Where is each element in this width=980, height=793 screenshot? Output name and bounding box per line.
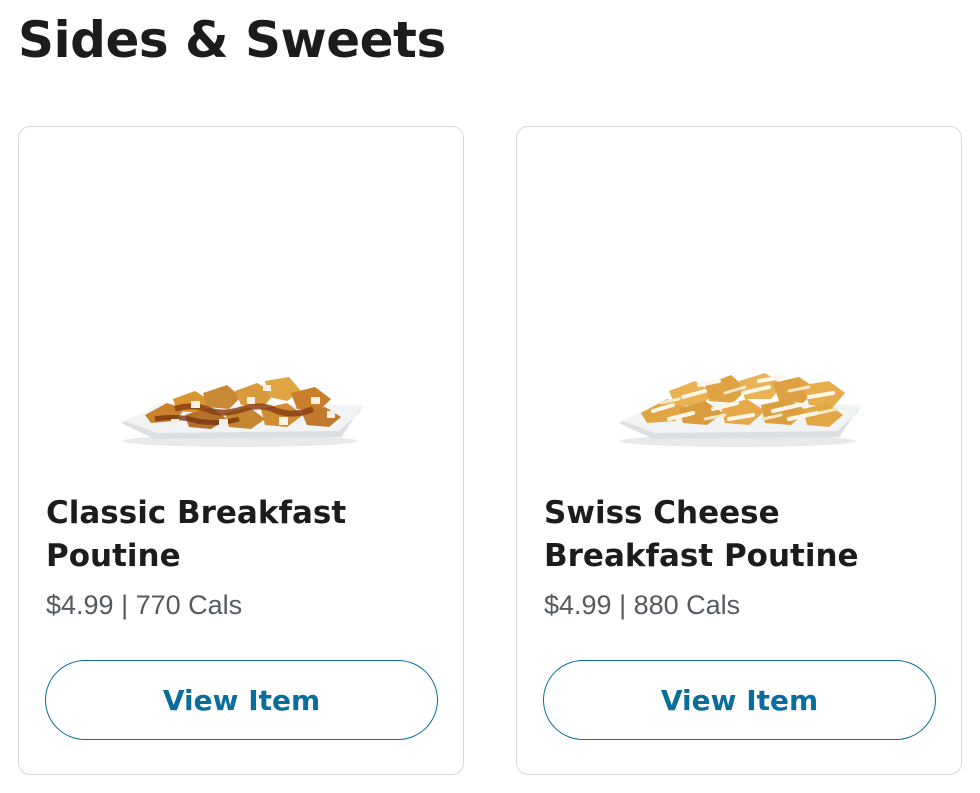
menu-page: Sides & Sweets Classic Breakfast Poutine… [0, 0, 980, 793]
menu-item-grid: Classic Breakfast Poutine $4.99 | 770 Ca… [18, 126, 962, 775]
view-item-button[interactable]: View Item [543, 660, 936, 740]
item-price-calories: $4.99 | 770 Cals [46, 590, 243, 620]
item-image [517, 127, 961, 472]
poutine-cheese-image [619, 373, 861, 447]
view-item-button[interactable]: View Item [45, 660, 438, 740]
poutine-gravy-image [121, 377, 363, 447]
menu-item-card: Swiss Cheese Breakfast Poutine $4.99 | 8… [516, 126, 962, 775]
menu-item-card: Classic Breakfast Poutine $4.99 | 770 Ca… [18, 126, 464, 775]
item-name: Classic Breakfast Poutine [46, 495, 347, 574]
item-price-calories: $4.99 | 880 Cals [544, 590, 741, 620]
section-title: Sides & Sweets [18, 11, 446, 69]
item-image [19, 127, 463, 472]
item-name: Swiss Cheese Breakfast Poutine [544, 495, 859, 574]
